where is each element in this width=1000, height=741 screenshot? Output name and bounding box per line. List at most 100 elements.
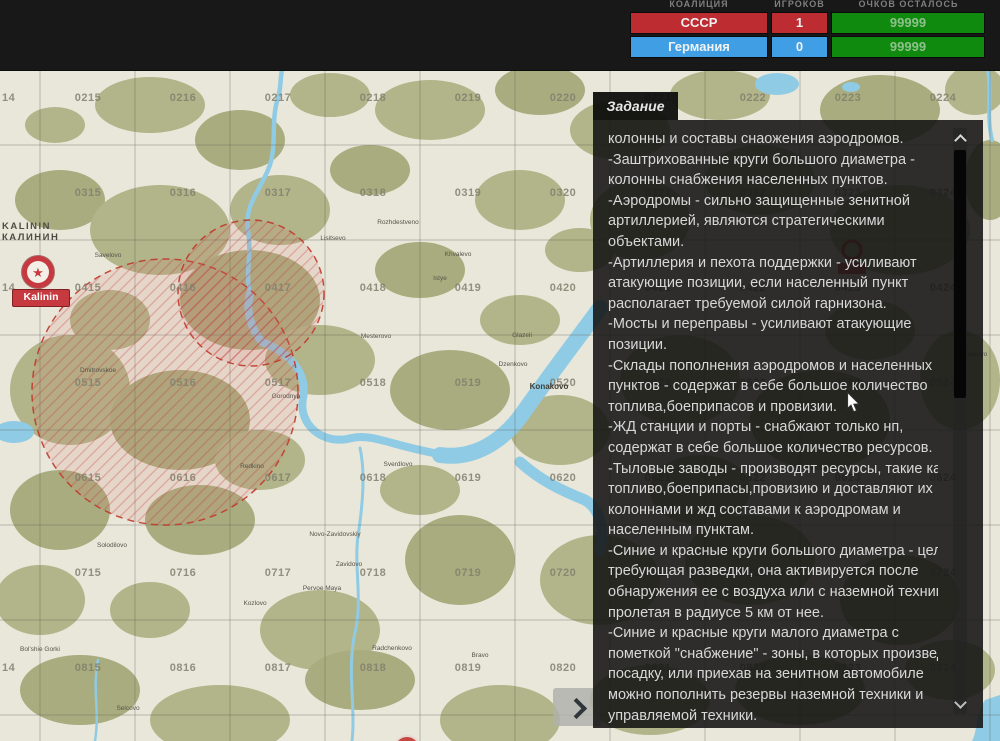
town-label: Sverdlovo xyxy=(383,461,413,468)
grid-label: 0716 xyxy=(169,567,197,579)
grid-label-partial: 14 xyxy=(2,92,16,104)
grid-label: 0222 xyxy=(739,92,767,104)
town-label: Rozhdestveno xyxy=(377,219,419,226)
scoreboard-row-germany: Германия 0 99999 xyxy=(630,36,986,58)
grid-label: 0518 xyxy=(359,377,387,389)
town-label: Radchenkovo xyxy=(372,645,412,652)
town-label: Solodilovo xyxy=(97,542,127,549)
grid-label: 0819 xyxy=(454,662,482,674)
grid-label: 0217 xyxy=(264,92,292,104)
grid-label: 0319 xyxy=(454,187,482,199)
top-bar: КОАЛИЦИЯ ИГРОКОВ ОЧКОВ ОСТАЛОСЬ СССР 1 9… xyxy=(0,0,1000,71)
town-label: Pervoe Maya xyxy=(302,585,342,592)
grid-label: 0616 xyxy=(169,472,197,484)
grid-label-partial: 14 xyxy=(2,662,16,674)
grid-label: 0316 xyxy=(169,187,197,199)
points-cell-ussr: 99999 xyxy=(831,12,985,34)
mission-panel-body: колонны и составы снаожения аэродромов. -… xyxy=(593,120,983,728)
grid-label: 0224 xyxy=(929,92,957,104)
grid-label: 0619 xyxy=(454,472,482,484)
grid-label: 0718 xyxy=(359,567,387,579)
grid-label: 0418 xyxy=(359,282,387,294)
mission-text-line: посадку, или приехав на зенитном автомоб… xyxy=(608,666,924,683)
grid-label: 0218 xyxy=(359,92,387,104)
mission-text-line: -Мосты и переправы - усиливают атакующие xyxy=(608,316,912,333)
grid-label: 0820 xyxy=(549,662,577,674)
game-screen: 0215021602170218021902200221022202230224… xyxy=(0,0,1000,741)
players-cell-ussr: 1 xyxy=(771,12,828,34)
grid-label: 0617 xyxy=(264,472,292,484)
grid-label: 0419 xyxy=(454,282,482,294)
mission-text-line: управляемой техники. xyxy=(608,707,758,724)
scrollbar-thumb[interactable] xyxy=(954,150,966,398)
mission-text-line: пролетая в радиусе 5 км от нее. xyxy=(608,604,824,621)
coalition-cell-ussr: СССР xyxy=(630,12,768,34)
town-label: Gorodnya xyxy=(271,393,301,400)
grid-label: 0318 xyxy=(359,187,387,199)
mission-text-line: топливо,боеприпасы,провизию и доставляют… xyxy=(608,481,933,498)
town-label: Glazeli xyxy=(512,332,532,339)
grid-label: 0818 xyxy=(359,662,387,674)
city-marker-partial xyxy=(395,735,419,741)
city-marker-label[interactable]: Kalinin xyxy=(12,289,70,307)
mission-text-line: объектами. xyxy=(608,233,685,250)
star-icon: ★ xyxy=(27,261,49,283)
grid-label: 0620 xyxy=(549,472,577,484)
grid-label: 0815 xyxy=(74,662,102,674)
town-label: Dmitrovskoe xyxy=(79,367,117,374)
city-title-latin: KALININ xyxy=(2,221,52,232)
grid-label: 0516 xyxy=(169,377,197,389)
chevron-up-icon xyxy=(954,134,967,147)
players-cell-germany: 0 xyxy=(771,36,828,58)
mission-text-line: -ЖД станции и порты - снабжают только нп… xyxy=(608,419,904,436)
mission-text-line: колоннами и жд составами к аэродромам и xyxy=(608,501,901,518)
grid-label: 0317 xyxy=(264,187,292,199)
scoreboard-row-ussr: СССР 1 99999 xyxy=(630,12,986,34)
town-label: Bravo xyxy=(471,652,489,659)
city-marker-kalinin[interactable]: ★ xyxy=(22,256,54,288)
mission-text-line: населенным пунктам. xyxy=(608,522,755,539)
mission-text-line: обнаружения ее с воздуха или с наземной … xyxy=(608,584,938,601)
header-points-left: ОЧКОВ ОСТАЛОСЬ xyxy=(858,0,959,9)
mission-text-line: располагает требуемой силой гарнизона. xyxy=(608,295,887,312)
grid-label: 0315 xyxy=(74,187,102,199)
grid-label: 0223 xyxy=(834,92,862,104)
mission-text-line: -Синие и красные круги большого диаметра… xyxy=(608,542,938,559)
grid-label: 0216 xyxy=(169,92,197,104)
mission-text-line: атакующие позиции, если населенный пункт xyxy=(608,275,909,292)
mission-text-line: требующая разведки, она активируется пос… xyxy=(608,563,919,580)
mission-text-line: -Артиллерия и пехота поддержки - усилива… xyxy=(608,254,917,271)
town-label: Zavidovo xyxy=(335,561,363,568)
town-label: Kozlovo xyxy=(243,600,267,607)
scoreboard: КОАЛИЦИЯ ИГРОКОВ ОЧКОВ ОСТАЛОСЬ СССР 1 9… xyxy=(630,0,986,58)
mission-text-line: колонны и составы снаожения аэродромов. xyxy=(608,131,904,147)
scroll-down-button[interactable] xyxy=(953,694,967,714)
mission-text-line: содержат в себе большое количество ресур… xyxy=(608,439,933,456)
grid-label: 0720 xyxy=(549,567,577,579)
grid-label: 0220 xyxy=(549,92,577,104)
mission-text-line: -Тыловые заводы - производят ресурсы, та… xyxy=(608,460,938,477)
scrollbar[interactable] xyxy=(953,128,967,714)
mission-text-line: можно пополнить резервы наземной техники… xyxy=(608,687,924,704)
points-cell-germany: 99999 xyxy=(831,36,985,58)
mission-text-line: -Склады пополнения аэродромов и населенн… xyxy=(608,357,933,374)
scroll-up-button[interactable] xyxy=(953,128,967,148)
mission-text-line: топлива,боеприпасов и провизии. xyxy=(608,398,837,415)
town-label: Konakovo xyxy=(529,382,569,391)
mission-text-line: позиции. xyxy=(608,336,668,353)
scoreboard-header-row: КОАЛИЦИЯ ИГРОКОВ ОЧКОВ ОСТАЛОСЬ xyxy=(630,0,986,10)
grid-label: 0717 xyxy=(264,567,292,579)
header-coalition: КОАЛИЦИЯ xyxy=(669,0,729,9)
grid-label: 0416 xyxy=(169,282,197,294)
mission-tab[interactable]: Задание xyxy=(593,92,678,120)
town-label: Lisitsevo xyxy=(320,235,346,242)
town-label: Dzenkovo xyxy=(498,361,528,368)
grid-label: 0618 xyxy=(359,472,387,484)
town-label: Khvalevo xyxy=(444,251,472,258)
header-players: ИГРОКОВ xyxy=(774,0,825,9)
grid-label: 0417 xyxy=(264,282,292,294)
chevron-down-icon xyxy=(954,696,967,709)
mission-text-line: -Аэродромы - сильно защищенные зенитной xyxy=(608,192,910,209)
mission-text-line: -Синие и красные круги малого диаметра с xyxy=(608,625,899,642)
grid-label: 0615 xyxy=(74,472,102,484)
